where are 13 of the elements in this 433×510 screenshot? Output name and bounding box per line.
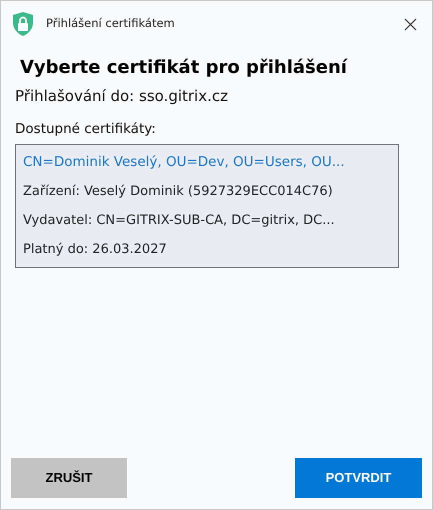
close-icon xyxy=(404,18,416,30)
list-label: Dostupné certifikáty: xyxy=(15,120,157,138)
dialog-heading: Vyberte certifikát pro přihlášení xyxy=(20,56,348,80)
login-target: Přihlašování do: sso.gitrix.cz xyxy=(15,86,229,106)
certificate-validity: Platný do: 26.03.2027 xyxy=(23,241,168,259)
certificate-issuer: Vydavatel: CN=GITRIX-SUB-CA, DC=gitrix, DC... xyxy=(23,212,336,230)
cancel-button[interactable]: ZRUŠIT xyxy=(11,458,127,498)
window-title: Přihlášení certifikátem xyxy=(46,15,175,32)
certificate-subject: CN=Dominik Veselý, OU=Dev, OU=Users, OU... xyxy=(23,153,346,172)
confirm-button[interactable]: POTVRDIT xyxy=(295,458,422,498)
shield-lock-icon xyxy=(11,11,35,37)
certificate-device: Zařízení: Veselý Dominik (5927329ECC014C76) xyxy=(23,183,334,201)
certificate-item[interactable]: CN=Dominik Veselý, OU=Dev, OU=Users, OU... Zařízení: Veselý Dominik (5927329ECC014C76) Vydavatel: CN=GITRIX-SUB-CA, DC=gitrix, DC... Platný do: 26.03.2027 xyxy=(15,144,399,268)
